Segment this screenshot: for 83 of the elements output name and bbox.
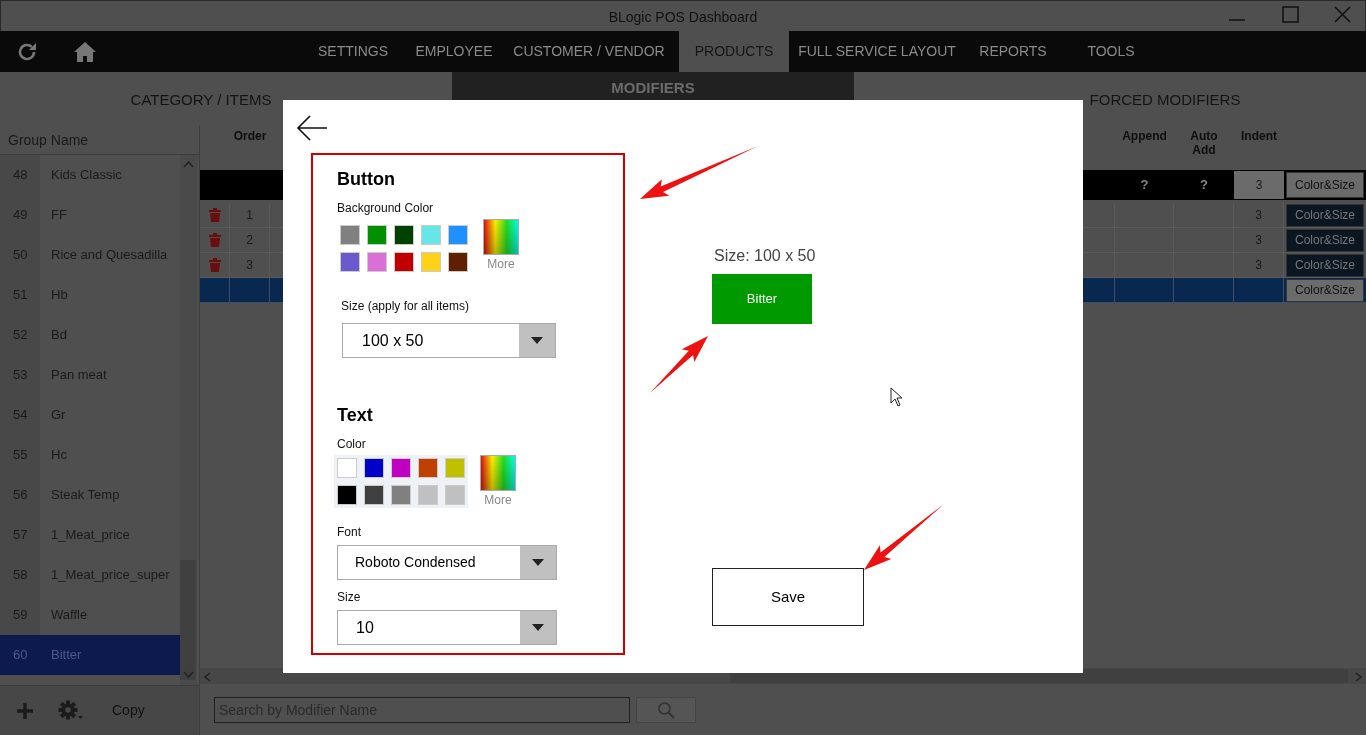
color-swatch[interactable] <box>391 485 411 505</box>
caret-icon <box>532 559 544 566</box>
color-size-button[interactable]: Color&Size <box>1286 253 1364 277</box>
color-swatch[interactable] <box>367 252 387 272</box>
item-number: 60 <box>13 646 28 665</box>
table-cell <box>1174 278 1234 303</box>
trash-icon[interactable] <box>208 258 221 272</box>
color-picker-swatch[interactable] <box>480 455 516 491</box>
color-swatch[interactable] <box>337 458 357 478</box>
section-title: Text <box>337 404 374 427</box>
color-swatch[interactable] <box>418 458 438 478</box>
color-size-button[interactable]: Color&Size <box>1286 172 1364 198</box>
search-button[interactable] <box>636 696 696 723</box>
nav-tab[interactable]: REPORTS <box>965 31 1061 72</box>
color-swatch[interactable] <box>364 458 384 478</box>
item-name: Bitter <box>50 646 82 665</box>
dropdown[interactable]: 100 x 50 <box>342 323 556 358</box>
mouse-pointer-icon <box>890 387 904 407</box>
color-swatch[interactable] <box>391 458 411 478</box>
scroll-right-icon[interactable] <box>1355 672 1362 682</box>
dropdown[interactable]: 10 <box>337 610 557 645</box>
nav-tab[interactable]: EMPLOYEE <box>404 31 504 72</box>
field-label: Background Color <box>337 200 435 217</box>
color-swatch[interactable] <box>421 252 441 272</box>
color-picker-swatch[interactable] <box>483 219 519 255</box>
field-label: Size <box>337 589 362 606</box>
color-swatch[interactable] <box>367 225 387 245</box>
maximize-icon[interactable] <box>1282 6 1299 23</box>
color-swatch[interactable] <box>448 252 468 272</box>
color-swatch[interactable] <box>340 252 360 272</box>
trash-icon[interactable] <box>208 233 221 247</box>
color-swatch[interactable] <box>337 485 357 505</box>
color-size-button[interactable]: Color&Size <box>1286 278 1364 302</box>
color-size-button[interactable]: Color&Size <box>1286 203 1364 227</box>
scroll-down-icon[interactable] <box>183 671 194 678</box>
caret-icon <box>532 624 544 631</box>
back-arrow-icon[interactable] <box>296 114 328 142</box>
section-title: Button <box>337 168 396 191</box>
color-swatch[interactable] <box>340 225 360 245</box>
column-header: Indent <box>1241 129 1277 143</box>
column-header: Append <box>1122 129 1167 143</box>
field-label: Font <box>337 524 362 541</box>
pointer-arrow <box>650 336 708 393</box>
filter-value: ? <box>1200 177 1208 193</box>
color-swatch[interactable] <box>364 485 384 505</box>
size-caption: Size: 100 x 50 <box>714 246 816 266</box>
settings-icon[interactable] <box>58 699 84 722</box>
field-label: Size (apply for all items) <box>341 298 471 315</box>
more-label: More <box>487 256 515 273</box>
color-swatch[interactable] <box>418 485 438 505</box>
nav-tab[interactable]: CUSTOMER / VENDOR <box>504 31 674 72</box>
window-title: BLogic POS Dashboard <box>607 8 759 27</box>
color-size-button[interactable]: Color&Size <box>1286 228 1364 252</box>
nav-tab[interactable]: SETTINGS <box>302 31 404 72</box>
nav-tab[interactable]: FULL SERVICE LAYOUT <box>789 31 965 72</box>
list-item[interactable]: 60 Bitter <box>0 635 180 675</box>
filter-value: ? <box>1140 177 1149 193</box>
color-swatch[interactable] <box>421 225 441 245</box>
scroll-up-icon[interactable] <box>183 161 194 168</box>
search-icon <box>657 700 675 719</box>
nav-tab[interactable]: PRODUCTS <box>679 31 789 72</box>
color-swatch[interactable] <box>445 485 465 505</box>
dropdown[interactable]: Roboto Condensed <box>337 545 557 580</box>
color-swatch[interactable] <box>394 225 414 245</box>
column-header: Order <box>233 129 267 143</box>
table-cell <box>200 278 230 303</box>
scroll-left-icon[interactable] <box>204 672 211 682</box>
home-icon[interactable] <box>73 40 97 63</box>
color-swatch[interactable] <box>448 225 468 245</box>
trash-icon[interactable] <box>208 208 221 222</box>
color-swatch[interactable] <box>394 252 414 272</box>
nav-tab[interactable]: TOOLS <box>1061 31 1161 72</box>
filter-field[interactable]: 3 <box>1234 171 1284 199</box>
close-icon[interactable] <box>1334 6 1351 23</box>
more-label: More <box>484 492 512 509</box>
column-header: Auto Add <box>1189 130 1219 158</box>
scrollbar[interactable] <box>180 155 197 685</box>
preview-button[interactable]: Bitter <box>712 274 812 324</box>
field-label: Color <box>337 436 367 453</box>
add-icon[interactable] <box>16 701 34 720</box>
color-swatch[interactable] <box>445 458 465 478</box>
caret-icon <box>531 337 543 344</box>
save-button[interactable]: Save <box>712 568 864 626</box>
